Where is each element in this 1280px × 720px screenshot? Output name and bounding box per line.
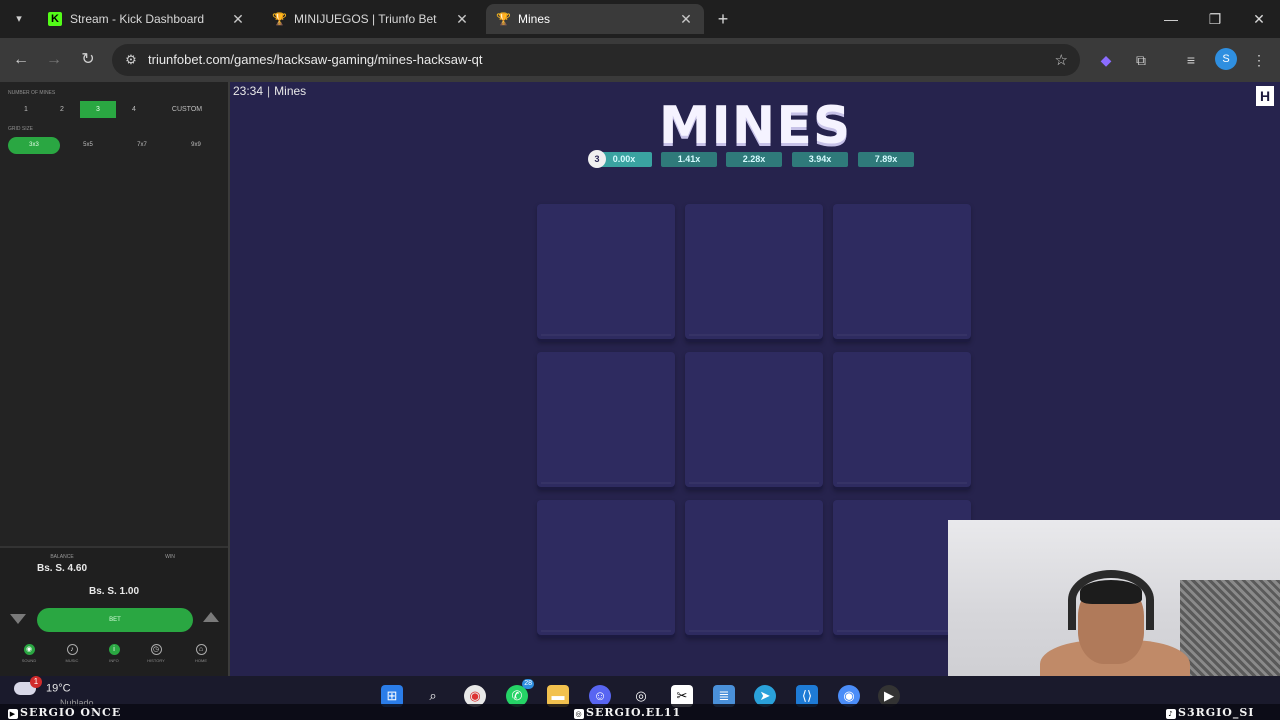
bookmark-star-icon[interactable]: ☆: [1055, 51, 1068, 69]
mine-tile[interactable]: [537, 352, 675, 490]
sound-button[interactable]: ◉ SOUND: [15, 644, 43, 663]
game-controls-sidebar: NUMBER OF MINES 1 2 3 4 CUSTOM GRID SIZE…: [0, 82, 230, 676]
new-tab-button[interactable]: +: [712, 8, 734, 30]
music-label: MUSIC: [65, 658, 79, 663]
home-icon: ⌂: [195, 644, 207, 655]
overlay-kick-handle: ▶ SERGIO ONCE: [8, 706, 122, 719]
browser-toolbar: ← → ↻ ⚙ triunfobet.com/games/hacksaw-gam…: [0, 38, 1280, 82]
sound-label: SOUND: [21, 658, 37, 663]
mines-count-label: NUMBER OF MINES: [8, 90, 56, 96]
tab-kick-dashboard[interactable]: K Stream - Kick Dashboard ✕: [38, 4, 256, 34]
home-button[interactable]: ⌂ HOME: [187, 644, 215, 663]
increase-bet-icon[interactable]: [203, 612, 219, 622]
site-settings-icon[interactable]: ⚙: [122, 51, 140, 69]
tiktok-icon: ♪: [1166, 709, 1176, 719]
notification-badge: 1: [30, 676, 42, 688]
header-separator: |: [267, 84, 271, 98]
url-text[interactable]: triunfobet.com/games/hacksaw-gaming/mine…: [148, 52, 483, 67]
back-arrow-icon[interactable]: ←: [10, 49, 32, 71]
mine-tile[interactable]: [685, 352, 823, 490]
multiplier-step: 2.28x: [726, 152, 782, 167]
history-label: HISTORY: [147, 658, 165, 663]
bet-button[interactable]: BET: [37, 608, 193, 632]
restore-icon[interactable]: ❐: [1200, 8, 1230, 30]
reload-icon[interactable]: ↻: [77, 49, 99, 71]
tab-title: MINIJUEGOS | Triunfo Bet: [294, 12, 437, 26]
game-header: 23:34 | Mines: [233, 84, 306, 98]
bet-amount: Bs. S. 1.00: [88, 586, 140, 597]
tab-title: Stream - Kick Dashboard: [70, 12, 205, 26]
whatsapp-badge: 28: [522, 679, 534, 689]
balance-value: Bs. S. 4.60: [36, 563, 88, 574]
extensions-puzzle-icon[interactable]: ⧉: [1130, 49, 1152, 71]
instagram-icon: ◎: [574, 709, 584, 719]
browser-tab-bar: ▾ K Stream - Kick Dashboard ✕ 🏆 MINIJUEG…: [0, 0, 1280, 38]
mines-option-2[interactable]: 2: [44, 101, 80, 118]
mine-tile[interactable]: [833, 352, 971, 490]
game-title-logo: MINES: [658, 96, 852, 156]
mine-tile[interactable]: [833, 204, 971, 342]
mines-option-4[interactable]: 4: [116, 101, 152, 118]
decrease-bet-icon[interactable]: [10, 614, 26, 624]
kick-logo-icon: K: [48, 12, 62, 26]
webcam-overlay: [948, 520, 1280, 680]
close-window-icon[interactable]: ✕: [1244, 8, 1274, 30]
profile-avatar[interactable]: S: [1215, 48, 1237, 70]
history-button[interactable]: ◷ HISTORY: [142, 644, 170, 663]
history-icon: ◷: [150, 644, 162, 655]
headset-icon: [1068, 570, 1154, 630]
mines-option-1[interactable]: 1: [8, 101, 44, 118]
mine-tile[interactable]: [537, 204, 675, 342]
tab-minijuegos[interactable]: 🏆 MINIJUEGOS | Triunfo Bet ✕: [262, 4, 480, 34]
temperature: 19°C: [46, 682, 71, 695]
close-icon[interactable]: ✕: [454, 11, 470, 28]
minimize-icon[interactable]: —: [1156, 8, 1186, 30]
extension-icon[interactable]: ◆: [1095, 49, 1117, 71]
tab-mines[interactable]: 🏆 Mines ✕: [486, 4, 704, 34]
overlay-instagram-handle: ◎ SERGIO.EL11: [574, 706, 682, 719]
menu-kebab-icon[interactable]: ⋮: [1248, 49, 1270, 71]
win-label: WIN: [165, 554, 175, 560]
trophy-icon: 🏆: [496, 12, 511, 26]
grid-option-5x5[interactable]: 5x5: [62, 137, 114, 154]
mine-tile[interactable]: [685, 204, 823, 342]
home-label: HOME: [195, 658, 207, 663]
sound-icon: ◉: [23, 644, 35, 655]
hacksaw-logo-icon: H: [1256, 86, 1274, 106]
grid-option-7x7[interactable]: 7x7: [116, 137, 168, 154]
close-icon[interactable]: ✕: [678, 11, 694, 28]
background-curtain: [1180, 580, 1280, 680]
info-button[interactable]: i INFO: [100, 644, 128, 663]
address-bar[interactable]: ⚙ triunfobet.com/games/hacksaw-gaming/mi…: [112, 44, 1080, 76]
cloud-icon: 1: [14, 676, 42, 695]
youtube-icon: ▶: [8, 709, 18, 719]
music-icon: ♪: [66, 644, 78, 655]
multiplier-step: 1.41x: [661, 152, 717, 167]
weather-widget[interactable]: 1 19°C Nublado: [14, 676, 94, 708]
mine-tile[interactable]: [537, 500, 675, 638]
trophy-icon: 🏆: [272, 12, 287, 26]
mines-option-3[interactable]: 3: [80, 101, 116, 118]
close-icon[interactable]: ✕: [230, 11, 246, 28]
info-icon: i: [108, 644, 120, 655]
music-button[interactable]: ♪ MUSIC: [58, 644, 86, 663]
grid-option-9x9[interactable]: 9x9: [170, 137, 222, 154]
game-name: Mines: [274, 84, 307, 98]
info-label: INFO: [109, 658, 119, 663]
multiplier-step: 3.94x: [792, 152, 848, 167]
tab-search-icon[interactable]: ▾: [8, 8, 30, 30]
tab-title: Mines: [518, 12, 551, 26]
bet-panel: BALANCE WIN Bs. S. 4.60 Bs. S. 1.00 BET …: [0, 546, 228, 676]
mines-option-custom[interactable]: CUSTOM: [152, 101, 222, 118]
overlay-tiktok-handle: ♪ S3RGIO_SI: [1166, 706, 1254, 719]
game-clock: 23:34: [233, 84, 264, 98]
multiplier-progress-knob: 3: [588, 150, 606, 168]
balance-label: BALANCE: [50, 554, 74, 560]
media-control-icon[interactable]: ≡: [1180, 49, 1202, 71]
grid-size-label: GRID SIZE: [8, 126, 34, 132]
mine-tile[interactable]: [685, 500, 823, 638]
forward-arrow-icon[interactable]: →: [43, 49, 65, 71]
multiplier-step: 7.89x: [858, 152, 914, 167]
grid-option-3x3[interactable]: 3x3: [8, 137, 60, 154]
